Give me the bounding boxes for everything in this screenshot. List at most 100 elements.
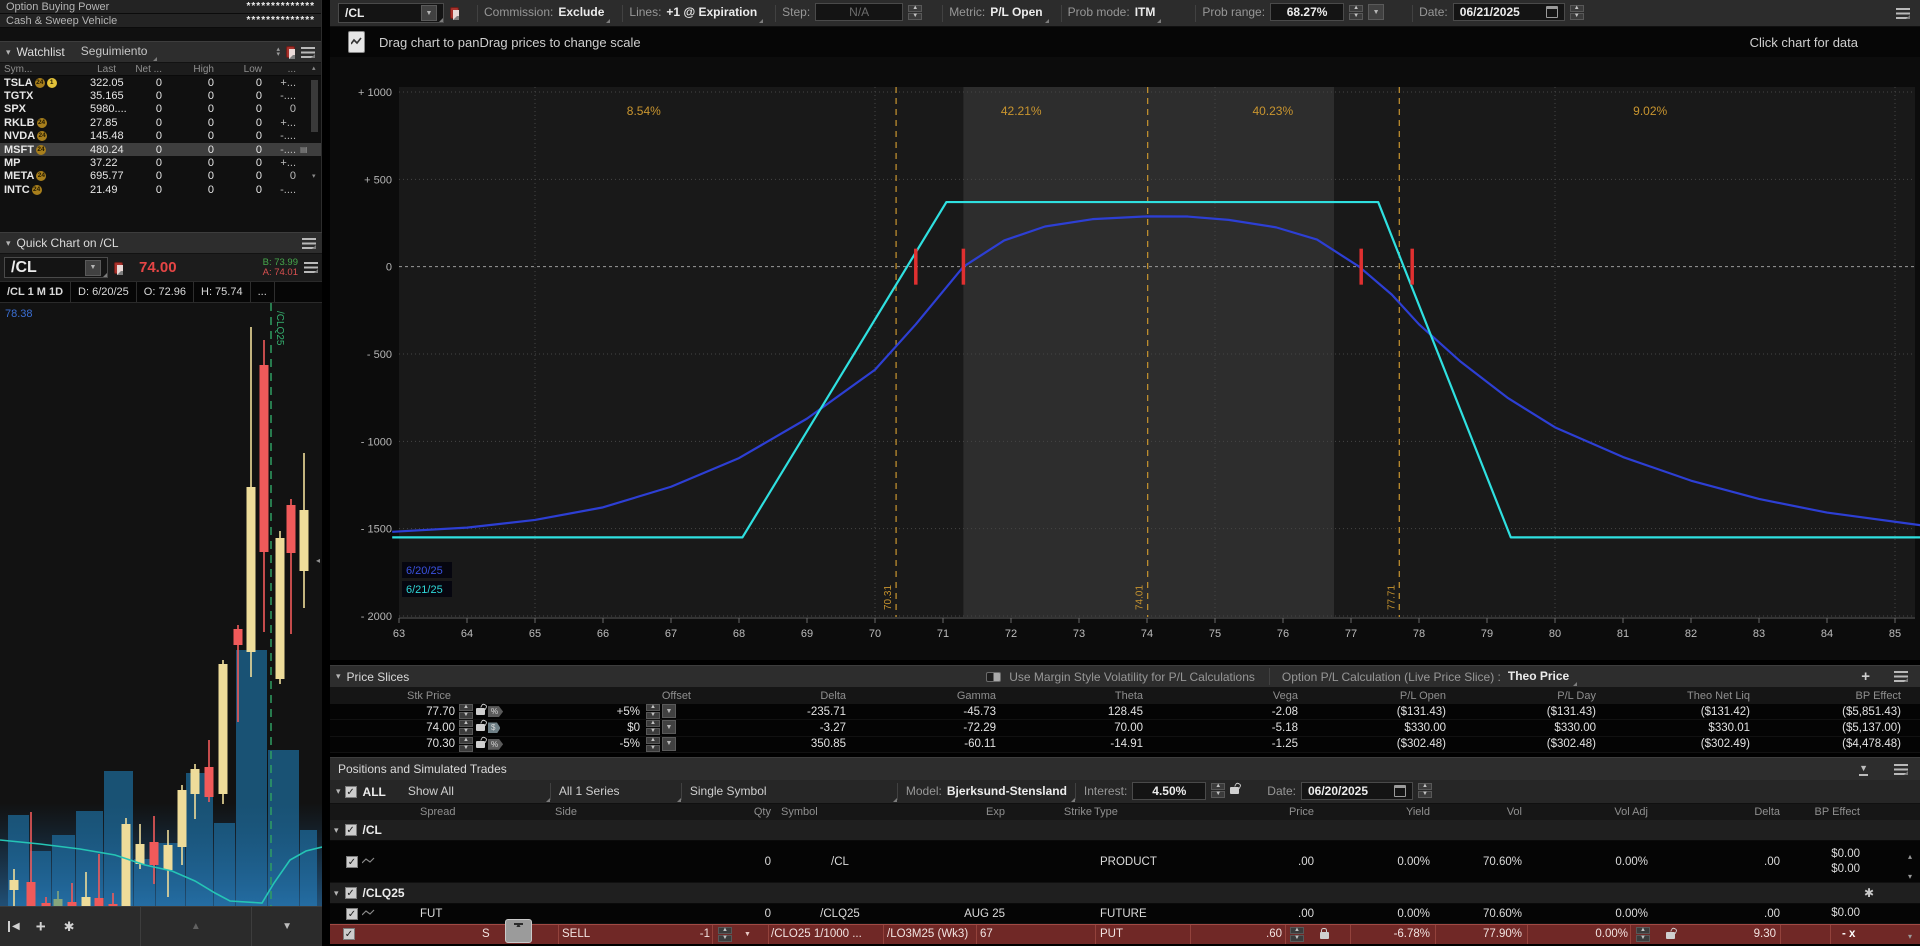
quickchart-menu-icon[interactable] [302, 238, 316, 249]
row-checkbox[interactable] [346, 908, 358, 920]
spinner-icon[interactable]: ▴▾ [276, 47, 280, 57]
gear-icon[interactable]: ✱ [1864, 886, 1874, 900]
watchlist-row[interactable]: TSLA241322.05000+... [0, 76, 321, 89]
prob-mode-dropdown[interactable]: Prob mode: ITM [1062, 3, 1162, 23]
quickchart-symbol-menu-icon[interactable] [304, 262, 318, 273]
prob-range-stepper[interactable]: ▲▼ [1349, 5, 1363, 20]
qty-stepper[interactable]: ▲▼ [718, 927, 732, 942]
scroll-down-icon[interactable]: ▼ [282, 921, 292, 932]
alert-badge-icon[interactable] [286, 46, 295, 58]
chevron-down-icon[interactable]: ▼ [1368, 4, 1384, 20]
jump-to-start-icon[interactable]: ◀ [8, 921, 27, 932]
column-header-exp[interactable]: Exp [905, 806, 1005, 818]
simulated-trade-row[interactable]: SSELL-1▲▼▼/CLO25 1/1000 .../LO3M25 (Wk3)… [330, 924, 1920, 944]
column-header-5[interactable]: ... [262, 64, 296, 75]
vol-adj-stepper[interactable]: ▲▼ [1636, 927, 1650, 942]
positions-menu-icon[interactable] [1894, 764, 1908, 775]
remove-trade-button[interactable]: - x [1842, 928, 1855, 940]
chart-date[interactable]: D: 6/20/25 [71, 282, 137, 302]
chevron-down-icon[interactable]: ▼ [85, 260, 101, 276]
column-header-qty[interactable]: Qty [625, 806, 775, 818]
group-checkbox[interactable] [345, 887, 357, 899]
watchlist-row[interactable]: INTC2421.49000-.... [0, 183, 321, 196]
scroll-down-icon[interactable]: ▾ [1908, 872, 1912, 881]
step-stepper[interactable]: ▲▼ [908, 5, 922, 20]
positions-date-stepper[interactable]: ▲▼ [1418, 783, 1432, 798]
show-all-dropdown[interactable]: Show All [400, 782, 550, 802]
offset-mode-tag[interactable]: % [488, 706, 503, 717]
quick-chart-canvas[interactable]: /CLQ2578.38 [0, 303, 322, 906]
alert-badge-icon[interactable] [114, 262, 123, 274]
column-header-vega[interactable]: Vega [1147, 690, 1302, 702]
price-stepper[interactable]: ▲▼ [459, 704, 473, 719]
chart-style-icon[interactable] [348, 31, 365, 53]
offset-stepper[interactable]: ▲▼ [646, 720, 660, 735]
prob-range-input[interactable]: 68.27% [1270, 3, 1344, 21]
lines-dropdown[interactable]: Lines: +1 @ Expiration [623, 3, 763, 23]
column-header-p-l-open[interactable]: P/L Open [1302, 690, 1450, 702]
column-header-theta[interactable]: Theta [1000, 690, 1147, 702]
price-slices-menu-icon[interactable] [1894, 671, 1908, 682]
collapse-chevron-icon[interactable]: ▾ [6, 47, 11, 58]
column-header-price[interactable]: Price [1205, 806, 1320, 818]
add-icon[interactable]: + [27, 917, 55, 937]
calendar-icon[interactable] [1546, 6, 1558, 18]
chevron-down-icon[interactable]: ▼ [662, 737, 676, 751]
column-header-gamma[interactable]: Gamma [850, 690, 1000, 702]
scroll-up-icon[interactable]: ▲ [191, 921, 201, 932]
watchlist-column-header[interactable]: Sym...LastNet ...HighLow... [0, 63, 321, 76]
collapse-chevron-icon[interactable]: ▾ [336, 786, 341, 797]
price-stepper[interactable]: ▲▼ [459, 737, 473, 752]
collapse-chevron-icon[interactable]: ▾ [334, 888, 339, 899]
lock-icon[interactable] [1320, 932, 1329, 939]
offset-mode-tag[interactable]: $ [488, 722, 500, 733]
all-checkbox[interactable] [345, 786, 357, 798]
column-header-1[interactable]: Last [90, 64, 116, 75]
column-header-delta[interactable]: Delta [695, 690, 850, 702]
position-row[interactable]: FUT0/CLQ25AUG 25FUTURE.000.00%70.60%0.00… [330, 904, 1920, 924]
offset-stepper[interactable]: ▲▼ [646, 737, 660, 752]
toolbar-menu-icon[interactable] [1896, 8, 1910, 19]
offset-stepper[interactable]: ▲▼ [646, 704, 660, 719]
row-checkbox[interactable] [343, 928, 355, 940]
group-checkbox[interactable] [345, 824, 357, 836]
column-header-bp-effect[interactable]: BP Effect [1754, 690, 1905, 702]
unlock-icon[interactable] [476, 724, 485, 731]
positions-date-input[interactable]: 06/20/2025 [1301, 782, 1413, 800]
account-row-buying-power[interactable]: Option Buying Power ************** [0, 0, 321, 14]
symbol-mode-dropdown[interactable]: Single Symbol [682, 782, 897, 802]
price-slice-row[interactable]: 77.70▲▼%+5%▲▼▼-235.71-45.73128.45-2.08($… [330, 704, 1920, 720]
column-header-vol[interactable]: Vol [1435, 806, 1526, 818]
watchlist-tab[interactable]: Seguimiento [71, 43, 158, 61]
column-header-delta[interactable]: Delta [1652, 806, 1780, 818]
note-icon[interactable]: ▤ [300, 145, 308, 154]
chart-open[interactable]: O: 72.96 [137, 282, 194, 302]
watchlist-row[interactable]: SPX5980....0000 [0, 103, 321, 116]
column-header-theo-net-liq[interactable]: Theo Net Liq [1600, 690, 1754, 702]
watchlist-row[interactable]: META24695.770000 [0, 170, 321, 183]
unlock-icon[interactable] [476, 708, 485, 715]
positions-column-header[interactable]: SpreadSideQtySymbolExpStrikeTypePriceYie… [330, 804, 1920, 820]
price-slices-column-header[interactable]: Stk PriceOffsetDeltaGammaThetaVegaP/L Op… [330, 687, 1920, 704]
price-stepper[interactable]: ▲▼ [1290, 927, 1304, 942]
price-slice-row[interactable]: 70.30▲▼%-5%▲▼▼350.85-60.11-14.91-1.25($3… [330, 737, 1920, 753]
series-dropdown[interactable]: All 1 Series [551, 782, 681, 802]
column-header-yield[interactable]: Yield [1320, 806, 1435, 818]
chart-period[interactable]: /CL 1 M 1D [0, 282, 71, 302]
row-checkbox[interactable] [346, 856, 358, 868]
column-header-offset[interactable]: Offset [530, 690, 695, 702]
watchlist-row[interactable]: TGTX35.165000-.... [0, 89, 321, 102]
column-header-0[interactable]: Sym... [4, 64, 90, 75]
account-row-cash-sweep[interactable]: Cash & Sweep Vehicle ************** [0, 14, 321, 28]
option-pl-calc-value[interactable]: Theo Price [1506, 668, 1577, 686]
margin-style-toggle[interactable] [986, 672, 1001, 682]
gear-icon[interactable]: ✱ [55, 919, 84, 935]
model-dropdown[interactable]: Model: Bjerksund-Stensland [898, 782, 1075, 802]
alert-badge-icon[interactable] [450, 7, 459, 19]
price-slice-row[interactable]: 74.00▲▼$$0▲▼▼-3.27-72.2970.00-5.18$330.0… [330, 720, 1920, 736]
collapse-panel-icon[interactable]: ◂ [316, 556, 320, 565]
scroll-down-icon[interactable]: ▾ [1908, 932, 1912, 941]
symbol-combobox[interactable]: /CL ▼ [338, 3, 444, 23]
chevron-down-icon[interactable]: ▼ [421, 5, 437, 21]
step-input[interactable]: N/A [815, 3, 903, 21]
